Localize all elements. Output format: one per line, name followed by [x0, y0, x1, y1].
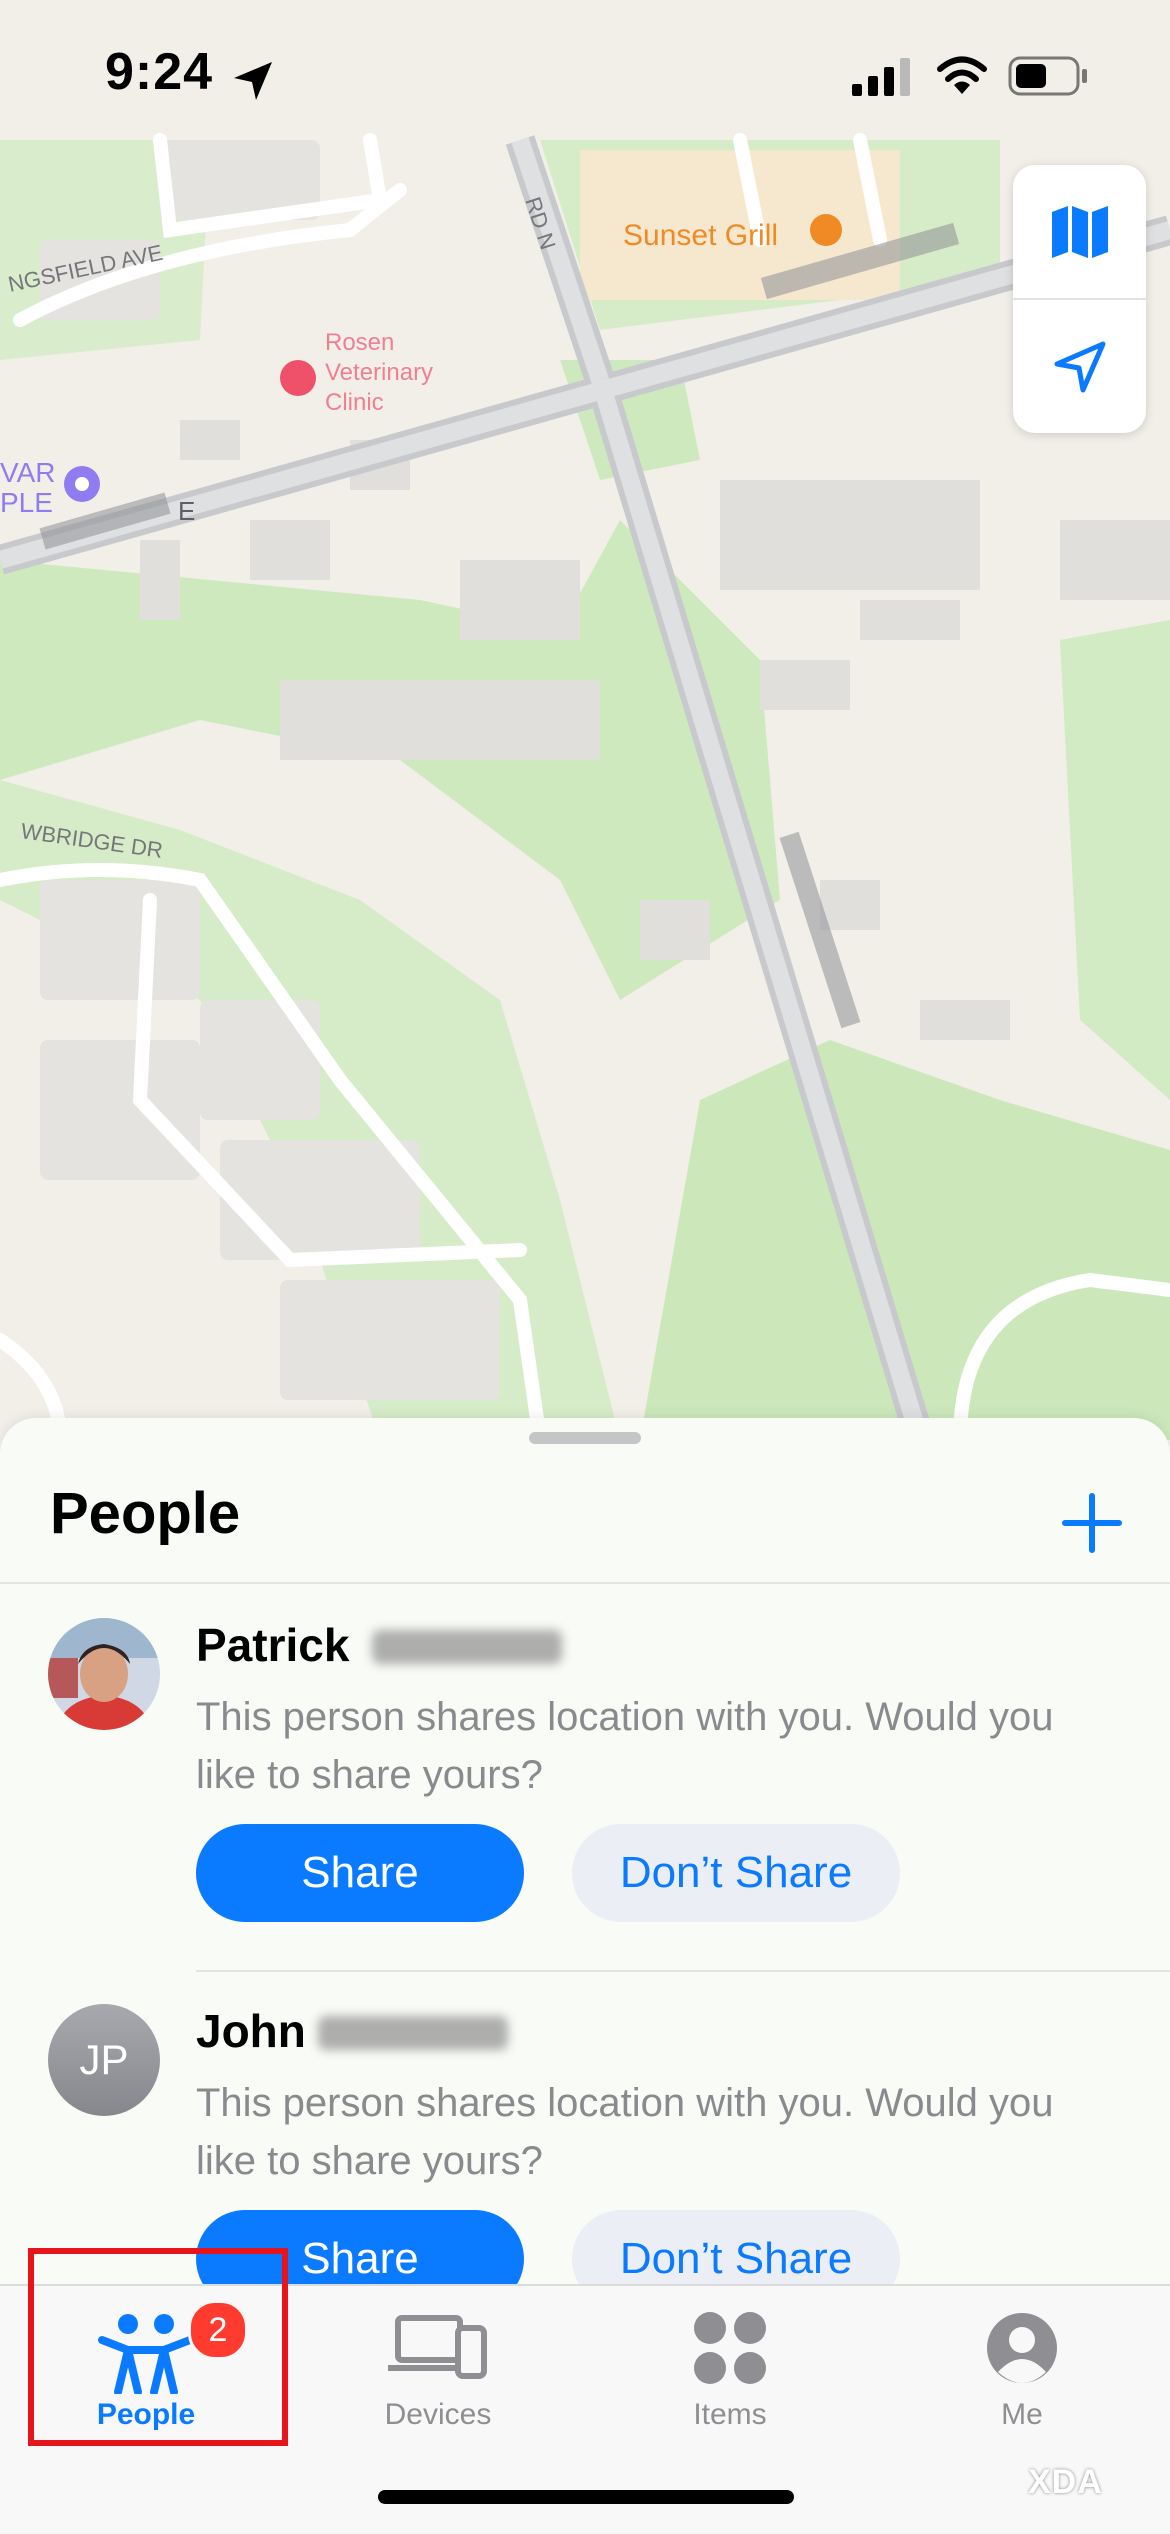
map-icon	[1051, 205, 1108, 258]
highlight-box	[28, 2248, 288, 2446]
watermark-logo: XDA	[1028, 2463, 1103, 2501]
current-location-button[interactable]	[1013, 300, 1146, 433]
status-bar: 9:24	[0, 0, 1170, 140]
avatar-photo-icon	[48, 1618, 160, 1730]
battery-icon	[1008, 56, 1087, 96]
sheet-grabber[interactable]	[529, 1432, 641, 1444]
place-label: Veterinary	[325, 359, 433, 386]
map-controls	[1013, 165, 1146, 433]
person-circle-icon	[987, 2313, 1057, 2383]
avatar	[48, 1618, 160, 1730]
tab-label: Me	[1001, 2398, 1043, 2431]
devices-icon	[388, 2315, 487, 2379]
road-label: E	[178, 496, 195, 526]
location-services-icon	[234, 62, 272, 100]
tab-devices[interactable]: Devices	[292, 2286, 584, 2446]
items-icon	[694, 2312, 766, 2384]
person-name: Patrick	[196, 1619, 350, 1671]
home-indicator[interactable]	[378, 2490, 794, 2504]
redacted-surname	[318, 2016, 508, 2050]
avatar: JP	[48, 2004, 160, 2116]
place-label: PLE	[0, 487, 53, 518]
person-name: John	[196, 2005, 306, 2057]
share-request-message: This person shares location with you. Wo…	[196, 1695, 1054, 1797]
redacted-surname	[372, 1630, 562, 1664]
cellular-signal-icon	[852, 58, 910, 96]
add-person-button[interactable]	[1055, 1486, 1129, 1560]
sheet-title: People	[50, 1481, 241, 1546]
status-time: 9:24	[105, 43, 214, 101]
place-label: Clinic	[325, 389, 384, 416]
person-row: Patrick This person shares location with…	[0, 1584, 1170, 1964]
tab-me[interactable]: Me	[876, 2286, 1168, 2446]
restaurant-label[interactable]: Sunset Grill	[623, 219, 778, 252]
map-view[interactable]: Sunset Grill NGSFIELD AVE RD N WBRIDGE D…	[0, 0, 1170, 1440]
tab-label: Devices	[384, 2398, 492, 2431]
dont-share-button[interactable]: Don’t Share	[572, 1824, 900, 1922]
map-mode-button[interactable]	[1013, 165, 1146, 298]
location-arrow-icon	[1054, 341, 1105, 392]
place-label: VAR	[0, 457, 56, 488]
wifi-icon	[937, 56, 987, 94]
share-button[interactable]: Share	[196, 1824, 524, 1922]
place-label: Rosen	[325, 329, 394, 356]
plus-icon	[1062, 1493, 1122, 1553]
share-request-message: This person shares location with you. Wo…	[196, 2081, 1054, 2183]
tab-items[interactable]: Items	[584, 2286, 876, 2446]
tab-label: Items	[693, 2398, 767, 2431]
